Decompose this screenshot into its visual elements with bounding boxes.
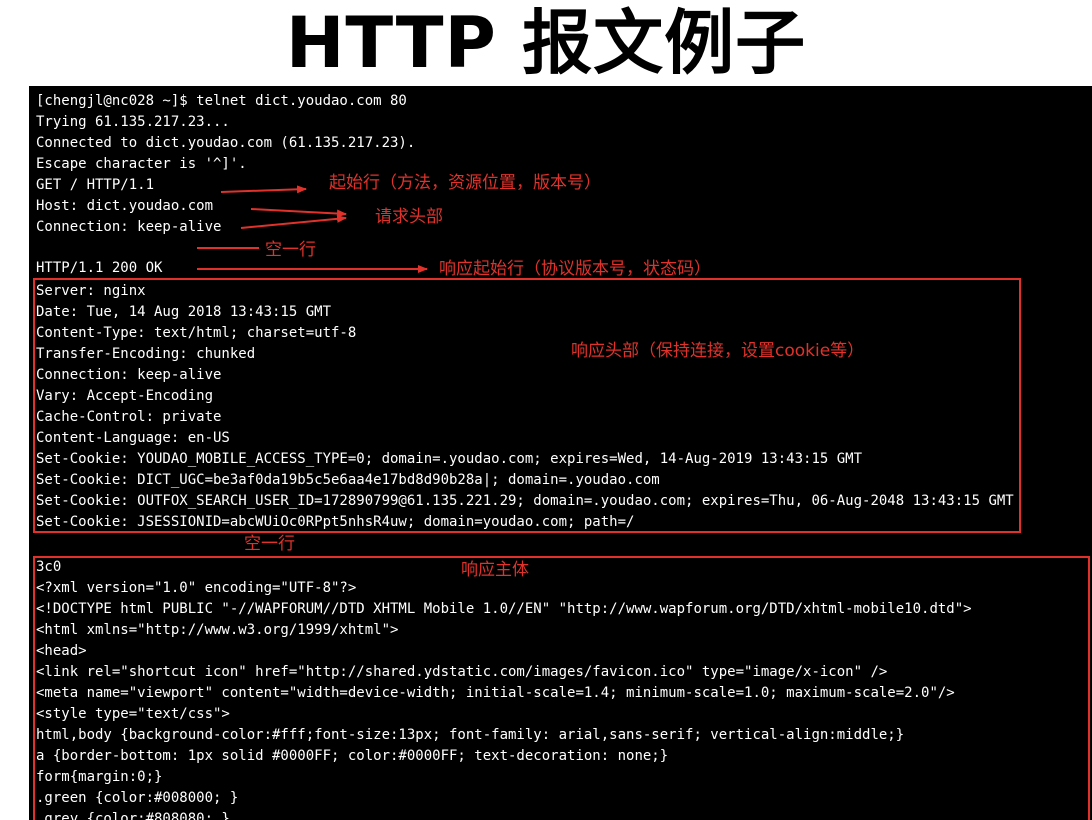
slide: HTTP 报文例子 [chengjl@nc028 ~]$ telnet dict… xyxy=(0,0,1092,820)
terminal-window: [chengjl@nc028 ~]$ telnet dict.youdao.co… xyxy=(29,86,1092,820)
annotation-blank-line-2: 空一行 xyxy=(244,534,295,554)
annotation-response-body: 响应主体 xyxy=(461,560,529,580)
annotation-arrows xyxy=(197,185,428,273)
arrow-request-headers xyxy=(250,208,347,218)
arrow-request-start-line xyxy=(220,185,307,194)
annotation-request-start-line: 起始行（方法，资源位置，版本号） xyxy=(329,173,601,193)
annotation-blank-line-1: 空一行 xyxy=(265,240,316,260)
arrow-request-headers-2 xyxy=(240,214,347,229)
annotation-response-headers: 响应头部（保持连接，设置cookie等） xyxy=(571,341,865,361)
annotation-request-headers: 请求头部 xyxy=(375,207,443,227)
annotation-response-start-line: 响应起始行（协议版本号，状态码） xyxy=(439,259,711,279)
slide-title: HTTP 报文例子 xyxy=(285,2,807,84)
